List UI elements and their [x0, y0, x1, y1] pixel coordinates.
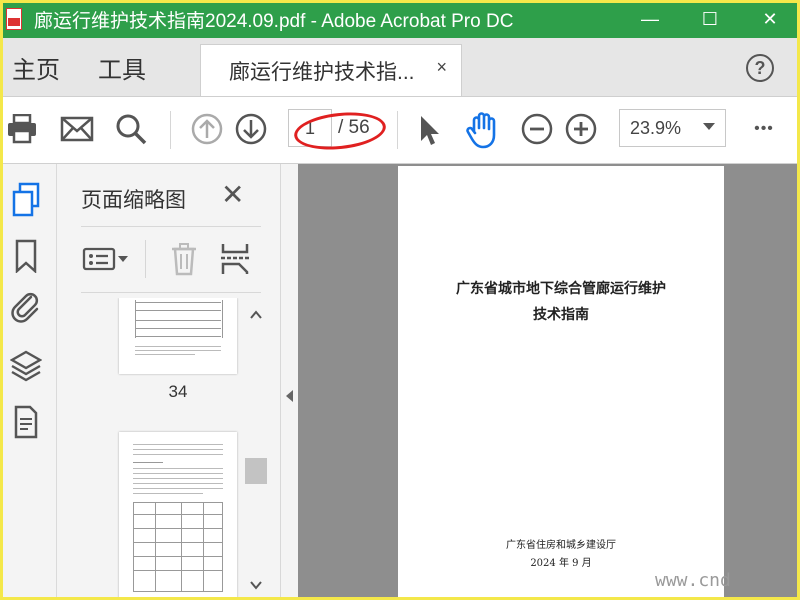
thumbnail-scrollbar[interactable] — [245, 298, 267, 600]
chevron-left-icon — [286, 390, 293, 402]
print-icon[interactable] — [4, 111, 40, 147]
document-view[interactable]: 广东省城市地下综合管廊运行维护 技术指南 广东省住房和城乡建设厅 2024 年 … — [298, 164, 800, 600]
tab-tools[interactable]: 工具 — [98, 38, 146, 96]
toolbar-separator — [170, 111, 171, 149]
zoom-value: 23.9% — [630, 117, 682, 138]
more-options-icon[interactable]: ••• — [746, 117, 782, 141]
doc-title-line2: 技术指南 — [533, 307, 589, 323]
close-window-button[interactable]: ✕ — [740, 0, 800, 38]
tab-document[interactable]: 廊运行维护技术指... × — [200, 44, 462, 96]
main-toolbar: 1 / 56 23.9% ••• — [0, 97, 800, 164]
help-icon[interactable]: ? — [746, 54, 774, 82]
zoom-out-icon[interactable] — [518, 111, 556, 147]
bookmark-icon[interactable] — [8, 236, 44, 276]
minimize-button[interactable]: — — [620, 0, 680, 38]
panel-separator — [145, 240, 146, 278]
panel-collapse-handle[interactable] — [280, 164, 299, 600]
thumbnail-list: 34 — [57, 298, 280, 600]
document-tab-label: 廊运行维护技术指... — [229, 60, 415, 84]
watermark-text: www.cnd — [655, 570, 731, 591]
doc-date: 2024 年 9 月 — [530, 558, 592, 569]
scrollbar-thumb[interactable] — [245, 458, 267, 484]
next-page-icon[interactable] — [232, 111, 270, 147]
panel-divider — [81, 226, 261, 227]
close-panel-icon[interactable]: ✕ — [221, 178, 244, 211]
document-properties-icon[interactable] — [8, 402, 44, 442]
previous-page-icon[interactable] — [188, 111, 226, 147]
email-icon[interactable] — [58, 111, 96, 147]
title-bar: 廊运行维护技术指南2024.09.pdf - Adobe Acrobat Pro… — [0, 0, 800, 38]
tab-bar: 主页 工具 廊运行维护技术指... × — [0, 38, 800, 97]
delete-page-icon[interactable] — [167, 240, 201, 278]
select-tool-icon[interactable] — [412, 111, 446, 149]
maximize-button[interactable]: ☐ — [680, 0, 740, 38]
scroll-down-icon[interactable] — [249, 578, 263, 592]
page-thumbnail-35[interactable] — [119, 432, 237, 600]
hand-tool-icon[interactable] — [462, 109, 504, 151]
panel-title: 页面缩略图 — [81, 189, 186, 212]
chevron-down-icon — [703, 123, 715, 130]
panel-divider — [81, 292, 261, 293]
doc-title-line1: 广东省城市地下综合管廊运行维护 — [456, 281, 666, 297]
zoom-in-icon[interactable] — [562, 111, 600, 147]
zoom-select[interactable]: 23.9% — [619, 109, 726, 147]
attachment-icon[interactable] — [8, 288, 44, 328]
thumbnail-page-number: 34 — [168, 382, 188, 401]
navigation-rail — [0, 164, 57, 600]
pdf-app-icon — [6, 6, 28, 32]
window-title: 廊运行维护技术指南2024.09.pdf - Adobe Acrobat Pro… — [34, 10, 514, 32]
thumbnail-options-icon[interactable] — [81, 242, 131, 276]
thumbnail-panel: 页面缩略图 ✕ 34 — [57, 164, 280, 600]
close-tab-icon[interactable]: × — [436, 57, 447, 78]
search-icon[interactable] — [112, 111, 150, 147]
scroll-up-icon[interactable] — [249, 308, 263, 322]
pdf-page: 广东省城市地下综合管廊运行维护 技术指南 广东省住房和城乡建设厅 2024 年 … — [398, 166, 724, 600]
minimize-icon: — — [641, 8, 659, 29]
extract-page-icon[interactable] — [217, 240, 253, 278]
maximize-icon: ☐ — [701, 8, 719, 29]
toolbar-separator — [397, 111, 398, 149]
page-thumbnail-34[interactable] — [119, 298, 237, 374]
layers-icon[interactable] — [8, 346, 44, 386]
close-icon: ✕ — [762, 8, 778, 29]
doc-publisher: 广东省住房和城乡建设厅 — [506, 540, 616, 551]
page-thumbnails-icon[interactable] — [8, 180, 44, 220]
tab-home[interactable]: 主页 — [12, 38, 60, 96]
